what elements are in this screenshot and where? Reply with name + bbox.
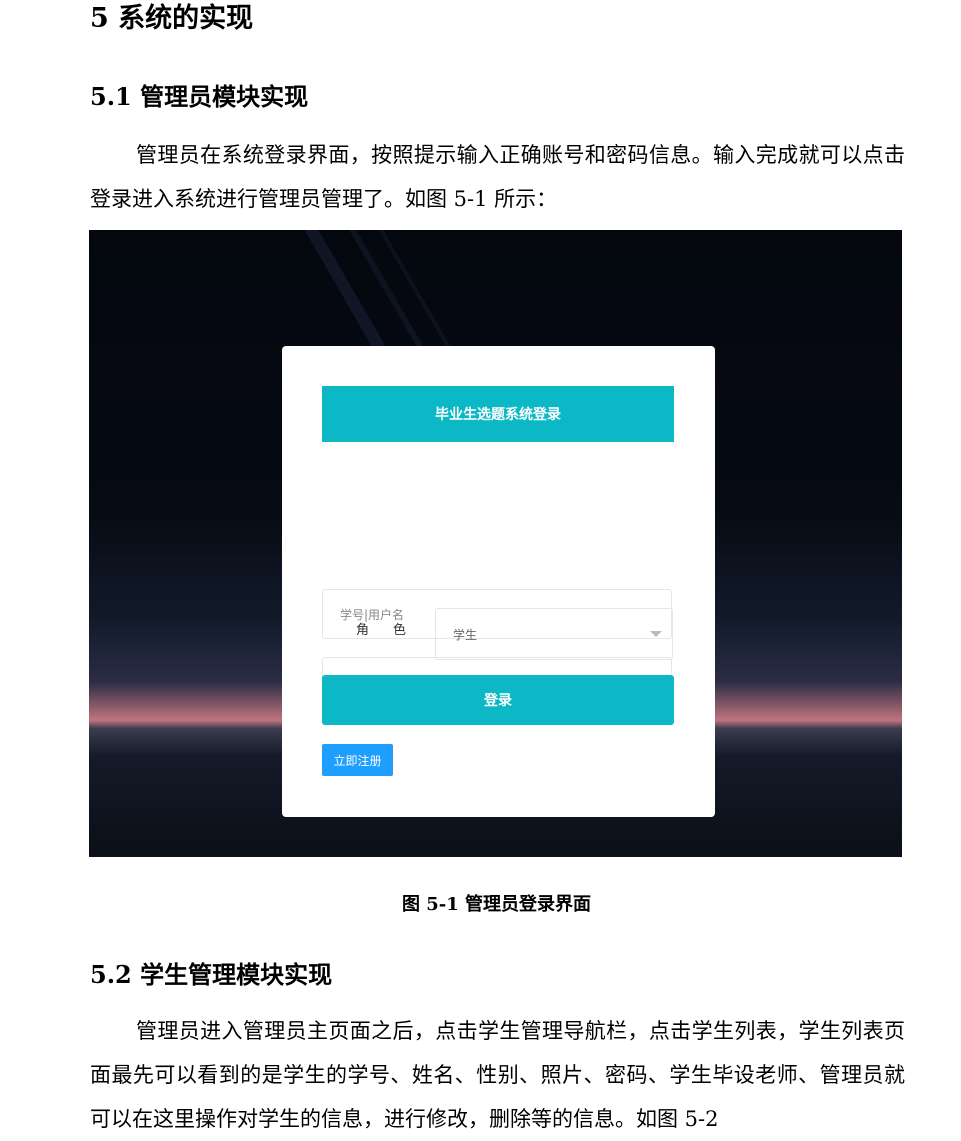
register-button[interactable]: 立即注册	[322, 744, 393, 776]
role-label: 角色	[356, 623, 431, 638]
chapter-heading: 5 系统的实现	[90, 3, 254, 34]
section-heading-student: 5.2 学生管理模块实现	[90, 960, 333, 989]
section-paragraph-admin: 管理员在系统登录界面，按照提示输入正确账号和密码信息。输入完成就可以点击登录进入…	[90, 143, 905, 211]
login-card: 毕业生选题系统登录 学号|用户名 密码 角色 学生 登录 立即注册	[282, 346, 715, 817]
figure-caption: 图 5-1 管理员登录界面	[401, 894, 592, 915]
login-title: 毕业生选题系统登录	[322, 386, 674, 442]
role-selected-value: 学生	[453, 627, 478, 642]
section-heading-admin: 5.1 管理员模块实现	[90, 82, 309, 111]
login-button[interactable]: 登录	[322, 675, 674, 725]
section-paragraph-student: 管理员进入管理员主页面之后，点击学生管理导航栏，点击学生列表，学生列表页面最先可…	[90, 1019, 905, 1131]
chevron-down-icon	[650, 631, 662, 637]
login-screenshot-figure: 毕业生选题系统登录 学号|用户名 密码 角色 学生 登录 立即注册	[89, 230, 902, 857]
role-select[interactable]: 学生	[435, 608, 673, 660]
